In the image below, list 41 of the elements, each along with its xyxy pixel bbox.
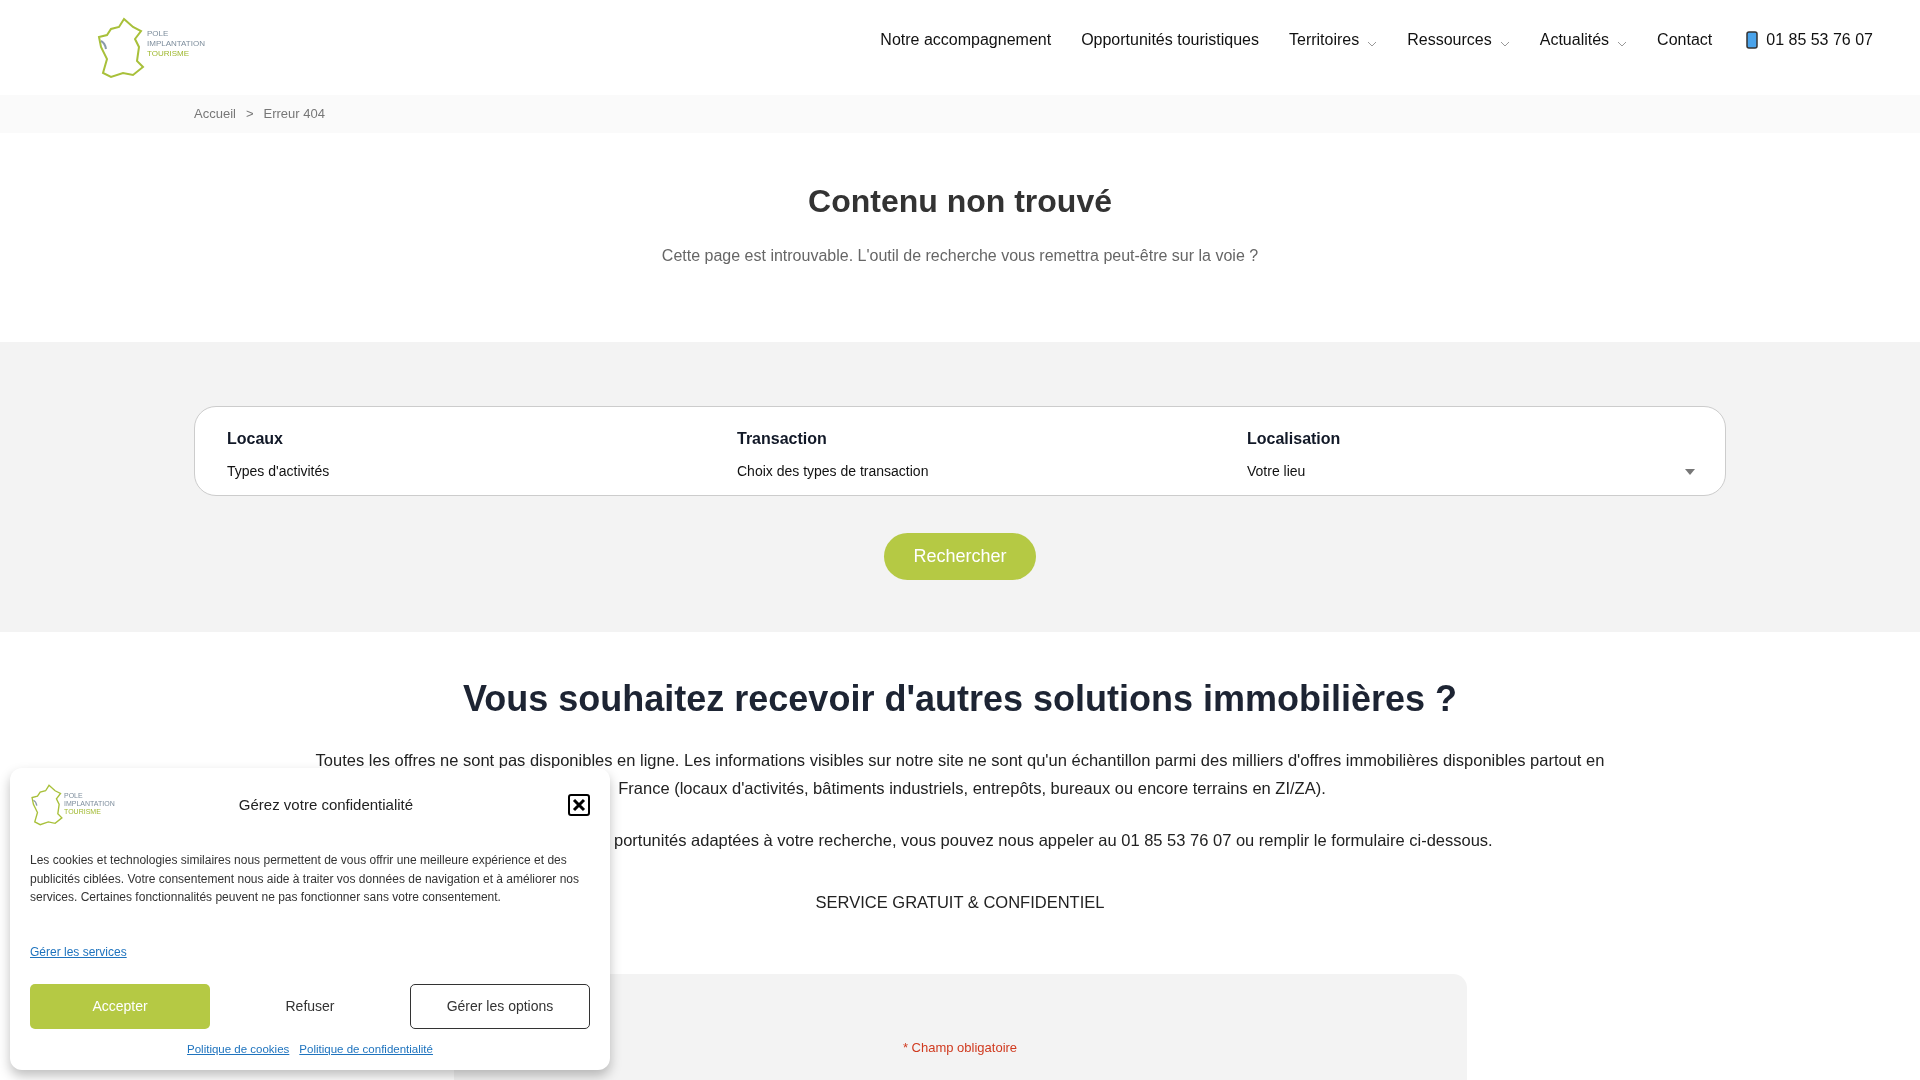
chevron-down-icon xyxy=(1499,41,1510,47)
nav-link[interactable]: Notre accompagnement xyxy=(880,28,1052,52)
chevron-down-icon xyxy=(1617,41,1628,47)
page-message: Cette page est introuvable. L'outil de recherche vous remettra peut-être sur la voie ? xyxy=(661,246,1259,266)
caret-icon xyxy=(1685,468,1695,475)
search-field[interactable]: Types d'activités xyxy=(227,461,675,482)
required-note: * Champ obligatoire xyxy=(902,1038,1018,1057)
breadcrumb-link[interactable]: Accueil xyxy=(194,104,236,124)
logo-text: IMPLANTATION xyxy=(147,38,205,49)
policy-link[interactable]: Politique de cookies xyxy=(187,1040,290,1058)
breadcrumb-current: Erreur 404 xyxy=(263,105,325,124)
manage-services-link[interactable]: Gérer les services xyxy=(30,942,127,961)
chevron-down-icon xyxy=(1367,41,1378,47)
nav-link[interactable]: Territoires xyxy=(1289,28,1378,52)
logo[interactable]: POLE IMPLANTATION TOURISME xyxy=(97,16,209,79)
search-field[interactable]: Votre lieu xyxy=(1247,461,1695,482)
close-button[interactable] xyxy=(568,794,590,816)
info-text-line: Toutes les offres ne sont pas disponibles en ligne. Les informations visibles sur notre site ne sont qu'un échantillon parmi des milliers d'offres immobilières disponibles partout en xyxy=(315,750,1605,771)
breadcrumb-separator: > xyxy=(245,105,254,124)
logo-text: TOURISME xyxy=(147,48,191,59)
service-note: SERVICE GRATUIT & CONFIDENTIEL xyxy=(815,892,1105,913)
consent-button[interactable]: Gérer les options xyxy=(410,983,590,1029)
field-label: Transaction xyxy=(737,429,828,449)
nav-link[interactable]: Opportunités touristiques xyxy=(1081,28,1259,52)
dialog-title: Gérez votre confidentialité xyxy=(237,794,415,815)
section-title: Vous souhaitez recevoir d'autres solutions immobilières ? xyxy=(462,677,1458,721)
nav-link[interactable]: Actualités xyxy=(1539,28,1628,52)
page-title: Contenu non trouvé xyxy=(808,182,1112,220)
policy-link[interactable]: Politique de confidentialité xyxy=(299,1040,433,1058)
phone-icon xyxy=(1746,31,1759,49)
info-text-line: France (locaux d'activités, bâtiments industriels, entrepôts, bureaux ou encore terrains en ZI/ZA). xyxy=(618,778,1326,799)
dialog-text: Les cookies et technologies similaires nous permettent de vous offrir une meilleure expérience et des publicités ciblées. Votre consentement nous aide à traiter vos données de navigation et à améliorer nos services. Certaines fonctionnalités peuvent ne pas fonctionner sans votre consentement. xyxy=(30,852,580,906)
field-label: Locaux xyxy=(227,429,284,449)
logo-text: POLE xyxy=(147,28,170,39)
nav-link[interactable]: Contact xyxy=(1657,28,1713,52)
phone-link[interactable]: 01 85 53 76 07 xyxy=(1746,28,1873,52)
nav-link[interactable]: Ressources xyxy=(1407,28,1510,52)
search-field[interactable]: Choix des types de transaction xyxy=(737,461,1185,482)
info-paragraph: portunités adaptées à votre recherche, vous pouvez nous appeler au 01 85 53 76 07 ou remplir le formulaire ci-dessous. xyxy=(614,830,1493,851)
field-label: Localisation xyxy=(1247,429,1342,449)
close-icon xyxy=(572,798,586,812)
